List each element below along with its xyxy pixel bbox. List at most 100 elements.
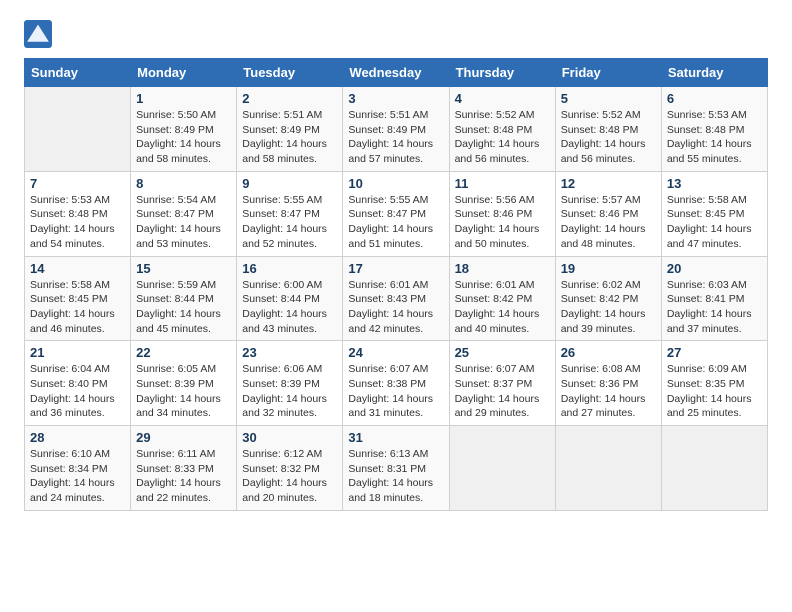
day-number: 25 bbox=[455, 345, 550, 360]
calendar-header-monday: Monday bbox=[131, 59, 237, 87]
day-number: 4 bbox=[455, 91, 550, 106]
day-info: Sunrise: 5:55 AM Sunset: 8:47 PM Dayligh… bbox=[348, 193, 443, 252]
day-number: 20 bbox=[667, 261, 762, 276]
day-number: 15 bbox=[136, 261, 231, 276]
day-number: 28 bbox=[30, 430, 125, 445]
calendar-header-wednesday: Wednesday bbox=[343, 59, 449, 87]
calendar-header-saturday: Saturday bbox=[661, 59, 767, 87]
day-info: Sunrise: 6:13 AM Sunset: 8:31 PM Dayligh… bbox=[348, 447, 443, 506]
day-info: Sunrise: 5:55 AM Sunset: 8:47 PM Dayligh… bbox=[242, 193, 337, 252]
day-info: Sunrise: 6:07 AM Sunset: 8:38 PM Dayligh… bbox=[348, 362, 443, 421]
calendar-cell: 25 Sunrise: 6:07 AM Sunset: 8:37 PM Dayli… bbox=[449, 341, 555, 426]
day-number: 19 bbox=[561, 261, 656, 276]
calendar-cell: 8Sunrise: 5:54 AM Sunset: 8:47 PM Daylig… bbox=[131, 171, 237, 256]
day-info: Sunrise: 6:12 AM Sunset: 8:32 PM Dayligh… bbox=[242, 447, 337, 506]
page-header bbox=[24, 20, 768, 48]
calendar-header-friday: Friday bbox=[555, 59, 661, 87]
day-number: 31 bbox=[348, 430, 443, 445]
calendar-cell: 27Sunrise: 6:09 AM Sunset: 8:35 PM Dayli… bbox=[661, 341, 767, 426]
day-info: Sunrise: 5:51 AM Sunset: 8:49 PM Dayligh… bbox=[348, 108, 443, 167]
day-info: Sunrise: 6:10 AM Sunset: 8:34 PM Dayligh… bbox=[30, 447, 125, 506]
calendar-cell: 30 Sunrise: 6:12 AM Sunset: 8:32 PM Dayli… bbox=[237, 426, 343, 511]
calendar-body: 1Sunrise: 5:50 AM Sunset: 8:49 PM Daylig… bbox=[25, 87, 768, 511]
calendar-week-0: 1Sunrise: 5:50 AM Sunset: 8:49 PM Daylig… bbox=[25, 87, 768, 172]
calendar-cell: 11Sunrise: 5:56 AM Sunset: 8:46 PM Dayli… bbox=[449, 171, 555, 256]
calendar-cell: 1Sunrise: 5:50 AM Sunset: 8:49 PM Daylig… bbox=[131, 87, 237, 172]
day-number: 29 bbox=[136, 430, 231, 445]
calendar-cell: 29 Sunrise: 6:11 AM Sunset: 8:33 PM Dayli… bbox=[131, 426, 237, 511]
calendar-cell: 24 Sunrise: 6:07 AM Sunset: 8:38 PM Dayli… bbox=[343, 341, 449, 426]
calendar-week-4: 28 Sunrise: 6:10 AM Sunset: 8:34 PM Dayli… bbox=[25, 426, 768, 511]
calendar-cell: 26 Sunrise: 6:08 AM Sunset: 8:36 PM Dayli… bbox=[555, 341, 661, 426]
day-number: 18 bbox=[455, 261, 550, 276]
day-number: 9 bbox=[242, 176, 337, 191]
day-info: Sunrise: 6:00 AM Sunset: 8:44 PM Dayligh… bbox=[242, 278, 337, 337]
calendar-cell: 12 Sunrise: 5:57 AM Sunset: 8:46 PM Dayli… bbox=[555, 171, 661, 256]
calendar-cell: 6 Sunrise: 5:53 AM Sunset: 8:48 PM Daylig… bbox=[661, 87, 767, 172]
calendar-cell: 4Sunrise: 5:52 AM Sunset: 8:48 PM Daylig… bbox=[449, 87, 555, 172]
day-number: 26 bbox=[561, 345, 656, 360]
calendar-cell: 23 Sunrise: 6:06 AM Sunset: 8:39 PM Dayli… bbox=[237, 341, 343, 426]
day-number: 2 bbox=[242, 91, 337, 106]
calendar-cell: 14Sunrise: 5:58 AM Sunset: 8:45 PM Dayli… bbox=[25, 256, 131, 341]
calendar-cell: 20 Sunrise: 6:03 AM Sunset: 8:41 PM Dayli… bbox=[661, 256, 767, 341]
day-info: Sunrise: 6:04 AM Sunset: 8:40 PM Dayligh… bbox=[30, 362, 125, 421]
calendar-cell: 16 Sunrise: 6:00 AM Sunset: 8:44 PM Dayli… bbox=[237, 256, 343, 341]
day-number: 12 bbox=[561, 176, 656, 191]
day-number: 10 bbox=[348, 176, 443, 191]
day-number: 13 bbox=[667, 176, 762, 191]
calendar-cell: 28 Sunrise: 6:10 AM Sunset: 8:34 PM Dayli… bbox=[25, 426, 131, 511]
calendar-cell: 13 Sunrise: 5:58 AM Sunset: 8:45 PM Dayli… bbox=[661, 171, 767, 256]
calendar-cell: 19 Sunrise: 6:02 AM Sunset: 8:42 PM Dayli… bbox=[555, 256, 661, 341]
day-info: Sunrise: 5:54 AM Sunset: 8:47 PM Dayligh… bbox=[136, 193, 231, 252]
calendar-cell: 10 Sunrise: 5:55 AM Sunset: 8:47 PM Dayli… bbox=[343, 171, 449, 256]
logo-icon bbox=[24, 20, 52, 48]
day-info: Sunrise: 5:57 AM Sunset: 8:46 PM Dayligh… bbox=[561, 193, 656, 252]
logo bbox=[24, 20, 56, 48]
day-info: Sunrise: 6:06 AM Sunset: 8:39 PM Dayligh… bbox=[242, 362, 337, 421]
day-number: 7 bbox=[30, 176, 125, 191]
calendar-cell bbox=[25, 87, 131, 172]
calendar-cell: 5 Sunrise: 5:52 AM Sunset: 8:48 PM Daylig… bbox=[555, 87, 661, 172]
day-number: 24 bbox=[348, 345, 443, 360]
calendar-cell bbox=[555, 426, 661, 511]
calendar-cell: 21 Sunrise: 6:04 AM Sunset: 8:40 PM Dayli… bbox=[25, 341, 131, 426]
day-info: Sunrise: 5:59 AM Sunset: 8:44 PM Dayligh… bbox=[136, 278, 231, 337]
calendar-header-tuesday: Tuesday bbox=[237, 59, 343, 87]
day-number: 16 bbox=[242, 261, 337, 276]
day-number: 5 bbox=[561, 91, 656, 106]
day-info: Sunrise: 5:51 AM Sunset: 8:49 PM Dayligh… bbox=[242, 108, 337, 167]
calendar-cell: 18 Sunrise: 6:01 AM Sunset: 8:42 PM Dayli… bbox=[449, 256, 555, 341]
calendar-cell: 22Sunrise: 6:05 AM Sunset: 8:39 PM Dayli… bbox=[131, 341, 237, 426]
day-number: 6 bbox=[667, 91, 762, 106]
day-info: Sunrise: 6:08 AM Sunset: 8:36 PM Dayligh… bbox=[561, 362, 656, 421]
calendar-cell bbox=[661, 426, 767, 511]
calendar-cell: 31 Sunrise: 6:13 AM Sunset: 8:31 PM Dayli… bbox=[343, 426, 449, 511]
calendar-cell: 17Sunrise: 6:01 AM Sunset: 8:43 PM Dayli… bbox=[343, 256, 449, 341]
day-info: Sunrise: 6:02 AM Sunset: 8:42 PM Dayligh… bbox=[561, 278, 656, 337]
day-info: Sunrise: 5:52 AM Sunset: 8:48 PM Dayligh… bbox=[561, 108, 656, 167]
calendar-week-2: 14Sunrise: 5:58 AM Sunset: 8:45 PM Dayli… bbox=[25, 256, 768, 341]
calendar-cell: 15 Sunrise: 5:59 AM Sunset: 8:44 PM Dayli… bbox=[131, 256, 237, 341]
day-info: Sunrise: 6:11 AM Sunset: 8:33 PM Dayligh… bbox=[136, 447, 231, 506]
day-number: 30 bbox=[242, 430, 337, 445]
day-info: Sunrise: 5:53 AM Sunset: 8:48 PM Dayligh… bbox=[667, 108, 762, 167]
day-info: Sunrise: 6:01 AM Sunset: 8:42 PM Dayligh… bbox=[455, 278, 550, 337]
day-info: Sunrise: 5:58 AM Sunset: 8:45 PM Dayligh… bbox=[667, 193, 762, 252]
day-number: 1 bbox=[136, 91, 231, 106]
calendar-week-1: 7Sunrise: 5:53 AM Sunset: 8:48 PM Daylig… bbox=[25, 171, 768, 256]
day-info: Sunrise: 6:03 AM Sunset: 8:41 PM Dayligh… bbox=[667, 278, 762, 337]
day-info: Sunrise: 6:07 AM Sunset: 8:37 PM Dayligh… bbox=[455, 362, 550, 421]
calendar-cell: 7Sunrise: 5:53 AM Sunset: 8:48 PM Daylig… bbox=[25, 171, 131, 256]
day-number: 17 bbox=[348, 261, 443, 276]
calendar-cell: 2 Sunrise: 5:51 AM Sunset: 8:49 PM Daylig… bbox=[237, 87, 343, 172]
calendar-cell: 9 Sunrise: 5:55 AM Sunset: 8:47 PM Daylig… bbox=[237, 171, 343, 256]
day-info: Sunrise: 6:09 AM Sunset: 8:35 PM Dayligh… bbox=[667, 362, 762, 421]
day-number: 3 bbox=[348, 91, 443, 106]
calendar-cell bbox=[449, 426, 555, 511]
day-number: 23 bbox=[242, 345, 337, 360]
calendar-table: SundayMondayTuesdayWednesdayThursdayFrid… bbox=[24, 58, 768, 511]
calendar-header-row: SundayMondayTuesdayWednesdayThursdayFrid… bbox=[25, 59, 768, 87]
day-number: 21 bbox=[30, 345, 125, 360]
day-number: 22 bbox=[136, 345, 231, 360]
